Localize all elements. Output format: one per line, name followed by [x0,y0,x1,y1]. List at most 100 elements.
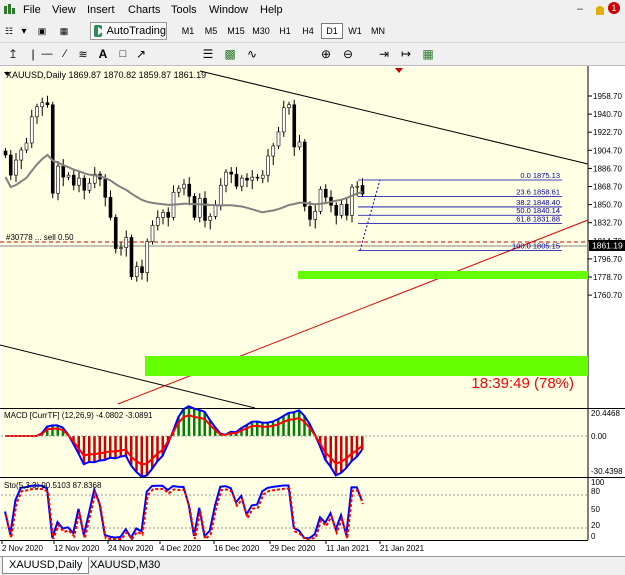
tab-xauusd-daily[interactable]: XAUUSD,Daily [2,557,90,574]
bull-candle [87,182,92,191]
menu-file[interactable]: File [23,4,41,16]
label-tool-icon[interactable]: □ [116,45,130,63]
macd-bar-negative [140,436,143,477]
tile-windows-icon[interactable]: ▦ [420,45,436,63]
zoom-in-icon[interactable]: ⊕ [318,45,334,63]
menu-help[interactable]: Help [260,4,283,16]
drawing-toolbar: ↥ | — ∕ ≋ A □ ↗ ☰ ▩ ∿ ⊕ ⊖ ⇥ ↦ ▦ [0,43,625,66]
macd-bar-negative [340,436,343,473]
stoch-axis-0: 0 [591,532,596,541]
price-tick-label: 1958.70 [593,92,622,101]
bull-candle [182,183,186,189]
chart-header: XAUUSD,Daily 1869.87 1870.82 1859.87 186… [6,70,206,80]
tf-d1[interactable]: D1 [321,23,343,39]
bull-candle [119,247,123,249]
support-zone[interactable] [298,271,588,279]
demand-zone[interactable] [145,356,588,376]
candlestick-chart-icon[interactable]: ▩ [222,45,238,63]
stoch-label: Sto(5,3,3) 90.5103 87.8368 [4,481,102,490]
macd-bar-positive [51,425,54,436]
channel-icon[interactable]: ≋ [76,45,90,63]
horizontal-line-icon[interactable]: — [40,45,54,63]
tf-m1[interactable]: M1 [179,23,197,39]
bull-candle [134,266,139,277]
bull-candle [239,177,244,187]
bull-candle [287,104,291,109]
macd-bar-negative [130,436,133,466]
bull-candle [224,171,228,186]
menu-view[interactable]: View [52,4,76,16]
bull-candle [197,197,202,218]
bull-candle [218,184,223,206]
macd-bar-positive [198,409,201,436]
order-label: #30778 ... sell 0.50 [6,233,74,242]
bull-candle [150,225,155,242]
macd-bar-positive [271,421,275,436]
bull-candle [281,107,286,133]
bull-candle [155,217,160,226]
price-tick-label: 1796.70 [593,255,622,264]
tf-w1[interactable]: W1 [346,23,364,39]
price-tick-label: 1832.70 [593,219,622,228]
chart-shift-icon[interactable]: ⇥ [376,45,392,63]
menu-charts[interactable]: Charts [128,4,160,16]
text-tool-icon[interactable]: A [96,45,110,63]
bear-candle [292,104,297,148]
arrow-tool-icon[interactable]: ↗ [134,45,148,63]
macd-bar-positive [193,408,196,436]
zoom-out-icon[interactable]: ⊖ [340,45,356,63]
bull-candle [355,185,360,188]
macd-axis-zero: 0.00 [591,432,607,441]
macd-bar-positive [292,412,296,436]
tf-m5[interactable]: M5 [202,23,220,39]
vertical-line-icon[interactable]: | [26,45,40,63]
tab-xauusd-m30[interactable]: XAUUSD,M30 [84,557,166,573]
bull-candle [176,187,181,193]
market-watch-icon[interactable]: ▦ [56,22,72,40]
bear-candle [166,212,171,218]
bull-candle [35,106,39,118]
macd-label: MACD [CurrTF] (12,26,9) -4.0802 -3.0891 [4,411,153,420]
time-tick-label: 4 Dec 2020 [160,544,201,553]
profiles-icon[interactable]: ▣ [34,22,50,40]
bull-candle [260,174,265,179]
time-tick-label: 29 Dec 2020 [270,544,316,553]
tf-h1[interactable]: H1 [276,23,294,39]
price-tick-label: 1886.70 [593,164,622,173]
price-tick-label: 1904.70 [593,146,622,155]
price-tick-label: 1760.70 [593,291,622,300]
minimize-icon[interactable]: – [577,3,583,15]
menu-window[interactable]: Window [209,4,248,16]
price-tick-label: 1922.70 [593,128,622,137]
bear-candle [129,237,134,277]
trendline-icon[interactable]: ∕ [58,45,72,63]
macd-bar-positive [287,412,290,436]
new-chart-icon[interactable]: ☷ [2,22,16,40]
line-chart-icon[interactable]: ∿ [244,45,260,63]
dropdown-arrow-icon[interactable]: ▾ [18,22,30,40]
tf-h4[interactable]: H4 [299,23,317,39]
crosshair-cursor-icon[interactable]: ↥ [6,45,20,63]
macd-axis-bottom: -30.4398 [591,467,623,476]
autotrading-button[interactable]: AutoTrading [90,22,167,40]
tf-m30[interactable]: M30 [250,23,272,39]
menu-insert[interactable]: Insert [87,4,115,16]
menu-tools[interactable]: Tools [171,4,197,16]
time-tick-label: 2 Nov 2020 [2,544,43,553]
autoscroll-icon[interactable]: ↦ [398,45,414,63]
tf-m15[interactable]: M15 [225,23,247,39]
bear-candle [203,197,207,221]
bull-candle [14,159,18,176]
tf-mn[interactable]: MN [368,23,388,39]
stoch-axis-50: 50 [591,505,600,514]
bull-candle [24,142,29,151]
macd-bar-negative [361,436,364,450]
bar-chart-icon[interactable]: ☰ [200,45,216,63]
standard-toolbar: ☷ ▾ ▣ ▦ AutoTrading M1 M5 M15 M30 H1 H4 … [0,20,625,43]
macd-bar-positive [277,419,280,436]
price-chart[interactable]: 0.0 1875.1323.6 1858.6138.2 1848.4050.0 … [0,66,625,556]
bull-candle [276,131,281,147]
chart-window[interactable]: 0.0 1875.13 23.6 1858.61 38.2 1848.40 50.0 … [0,66,625,556]
bear-candle [334,205,339,216]
bear-candle [192,195,197,218]
